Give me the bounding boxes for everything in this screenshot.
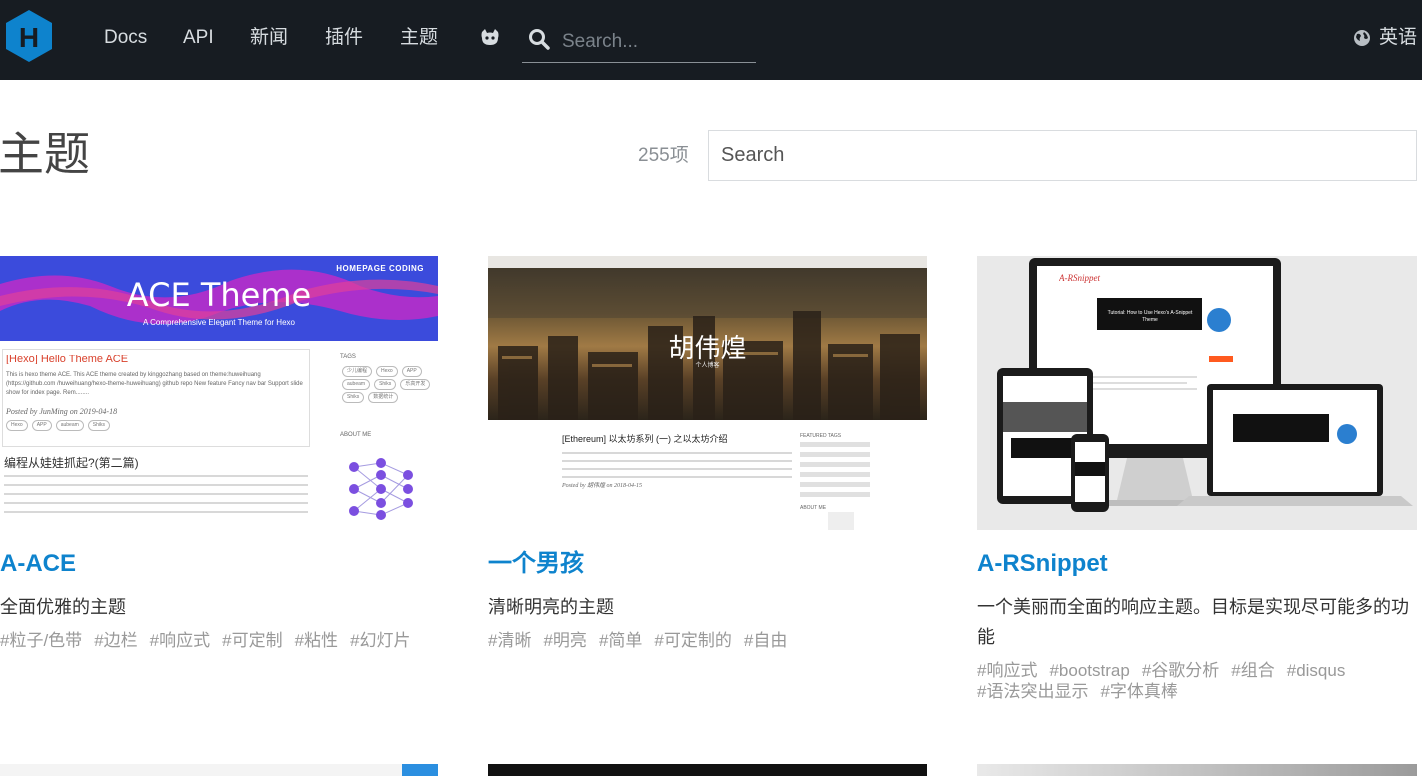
theme-tag[interactable]: #字体真棒 — [1100, 682, 1177, 701]
theme-card-row2-1-screenshot[interactable] — [0, 764, 438, 776]
preview-featured: FEATURED TAGS — [800, 433, 842, 439]
preview-title: ACE Theme — [126, 276, 312, 314]
preview-sidebar-tags: TAGS — [340, 354, 356, 360]
preview-body: [Ethereum] 以太坊系列 (一) 之以太坊介绍 Posted by 胡伟… — [488, 420, 927, 530]
preview-sidebar-about: ABOUT ME — [340, 432, 372, 438]
preview-tag: 数据统计 — [368, 392, 399, 403]
preview-post2-lines — [4, 475, 308, 513]
nav-docs[interactable]: Docs — [104, 24, 147, 52]
preview-subtitle: 个人博客 — [695, 363, 720, 369]
preview-post-meta: Posted by JunMing on 2019-04-18 — [6, 407, 118, 416]
theme-tag[interactable]: #可定制的 — [654, 631, 731, 650]
preview-post2-title: 编程从娃娃抓起?(第二篇) — [4, 456, 139, 470]
preview-nav: HOMEPAGE CODING — [336, 264, 424, 273]
neural-network-icon — [349, 458, 413, 520]
theme-tag[interactable]: #可定制 — [222, 631, 282, 650]
preview-post-title: [Ethereum] 以太坊系列 (一) 之以太坊介绍 — [562, 434, 728, 444]
theme-screenshot[interactable]: 胡伟煌 个人博客 [Ethereum] 以太坊系列 (一) 之以太坊介绍 Pos… — [488, 256, 928, 530]
theme-tag[interactable]: #disqus — [1287, 661, 1346, 680]
search-icon — [529, 29, 550, 50]
preview-body: [Hexo] Hello Theme ACE This is hexo them… — [0, 341, 438, 530]
preview-tag: Hexo — [376, 366, 398, 377]
github-icon[interactable] — [478, 26, 502, 50]
preview-banner: HOMEPAGE CODING ACE Theme A Comprehensiv… — [0, 256, 438, 341]
theme-name-link[interactable]: 一个男孩 — [488, 548, 928, 580]
responsive-devices-image — [997, 258, 1413, 512]
preview-post-title: [Hexo] Hello Theme ACE — [6, 355, 129, 364]
theme-tag[interactable]: #响应式 — [977, 661, 1037, 680]
page-title: 主题 — [0, 127, 90, 181]
theme-count: 255项 — [638, 145, 689, 166]
preview-hero-image: 胡伟煌 个人博客 — [488, 256, 927, 420]
theme-tag[interactable]: #幻灯片 — [350, 631, 410, 650]
preview-devices: A-RSnippet Tutorial: How to Use Hexo's A… — [977, 256, 1417, 530]
theme-name-link[interactable]: A-RSnippet — [977, 548, 1417, 580]
preview-tag: Shiks — [87, 420, 111, 431]
top-navbar: H Docs API 新闻 插件 主题 英语 — [0, 0, 1422, 80]
theme-description: 一个美丽而全面的响应主题。目标是实现尽可能多的功能 — [977, 597, 1409, 647]
theme-tag[interactable]: #明亮 — [543, 631, 586, 650]
theme-screenshot[interactable]: A-RSnippet Tutorial: How to Use Hexo's A… — [977, 256, 1417, 530]
preview-tag: Shiks — [342, 392, 365, 403]
preview-post-excerpt: This is hexo theme ACE. This ACE theme c… — [6, 372, 303, 396]
theme-card-yigenanhai: 胡伟煌 个人博客 [Ethereum] 以太坊系列 (一) 之以太坊介绍 Pos… — [488, 256, 928, 651]
theme-tag[interactable]: #简单 — [599, 631, 642, 650]
theme-tags: #粒子/色带 #边栏 #响应式 #可定制 #粘性 #幻灯片 — [0, 630, 440, 651]
theme-tag[interactable]: #自由 — [744, 631, 787, 650]
theme-tag[interactable]: #谷歌分析 — [1142, 661, 1219, 680]
hexo-logo-icon[interactable]: H — [4, 8, 54, 64]
theme-card-a-ace: HOMEPAGE CODING ACE Theme A Comprehensiv… — [0, 256, 440, 651]
preview-tag: APP — [31, 420, 52, 431]
globe-icon — [1353, 30, 1370, 46]
theme-search-input[interactable] — [708, 130, 1417, 181]
theme-tag[interactable]: #边栏 — [94, 631, 137, 650]
nav-news[interactable]: 新闻 — [250, 24, 288, 52]
preview-post-lines — [562, 452, 792, 478]
theme-tag[interactable]: #粒子/色带 — [0, 631, 82, 650]
theme-tags: #清晰 #明亮 #简单 #可定制的 #自由 — [488, 630, 928, 651]
theme-description: 清晰明亮的主题 — [488, 597, 614, 617]
theme-tag[interactable]: #语法突出显示 — [977, 682, 1088, 701]
theme-tag[interactable]: #响应式 — [150, 631, 210, 650]
theme-tag[interactable]: #组合 — [1231, 661, 1274, 680]
theme-description: 全面优雅的主题 — [0, 597, 126, 617]
language-label: 英语 — [1378, 27, 1417, 48]
language-selector[interactable]: 英语 — [1353, 24, 1417, 52]
preview-tag: 少儿编程 — [342, 366, 373, 377]
nav-plugins[interactable]: 插件 — [325, 24, 363, 52]
preview-avatar — [828, 512, 854, 530]
preview-tag: APP — [401, 366, 422, 377]
preview-post-meta: Posted by 胡伟煌 on 2018-04-15 — [562, 483, 642, 489]
preview-tag-cloud: 少儿编程 Hexo APPaubeam Shiks 乐高开发Shiks 数据统计 — [340, 365, 436, 413]
theme-tags: #响应式 #bootstrap #谷歌分析 #组合 #disqus #语法突出显示 #字体真… — [977, 660, 1417, 702]
theme-card-row2-2-screenshot[interactable] — [488, 764, 927, 776]
preview-tag-cloud — [800, 442, 870, 498]
theme-screenshot[interactable]: HOMEPAGE CODING ACE Theme A Comprehensiv… — [0, 256, 440, 530]
header-search — [522, 22, 756, 63]
preview-brand: A-RSnippet — [1059, 274, 1100, 283]
preview-tag: Hexo — [6, 420, 28, 431]
svg-text:H: H — [19, 22, 39, 53]
nav-themes[interactable]: 主题 — [400, 24, 438, 52]
preview-tag: 乐高开发 — [400, 379, 431, 390]
theme-name-link[interactable]: A-ACE — [0, 548, 440, 580]
preview-tag: aubeam — [342, 379, 371, 390]
preview-tag: Shiks — [374, 379, 397, 390]
preview-subtitle: A Comprehensive Elegant Theme for Hexo — [143, 318, 295, 327]
preview-tutorial: Tutorial: How to Use Hexo's A-Snippet Th… — [1107, 310, 1193, 323]
theme-tag[interactable]: #粘性 — [295, 631, 338, 650]
preview-post-tags: Hexo APP aubeam Shiks — [4, 419, 304, 431]
theme-card-a-rsnippet: A-RSnippet Tutorial: How to Use Hexo's A… — [977, 256, 1417, 702]
preview-tag: aubeam — [55, 420, 84, 431]
nav-api[interactable]: API — [183, 24, 214, 52]
theme-card-row2-3-screenshot[interactable] — [977, 764, 1417, 776]
theme-tag[interactable]: #bootstrap — [1049, 661, 1129, 680]
preview-search-button — [402, 764, 438, 776]
theme-tag[interactable]: #清晰 — [488, 631, 531, 650]
header-search-input[interactable] — [562, 26, 752, 58]
